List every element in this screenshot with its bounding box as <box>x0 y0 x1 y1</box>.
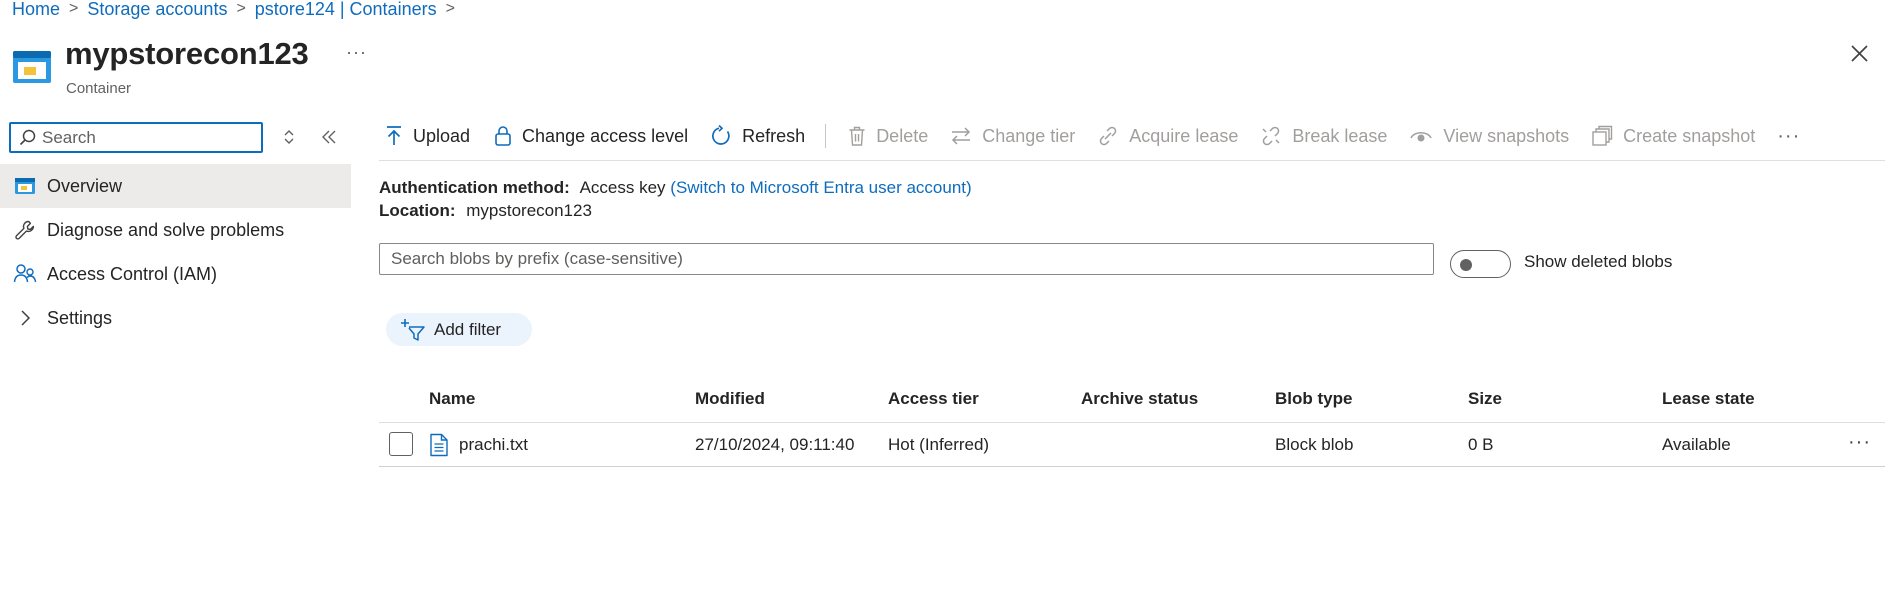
view-snapshots-label: View snapshots <box>1443 125 1570 146</box>
create-snapshot-button[interactable]: Create snapshot <box>1591 125 1755 147</box>
lock-icon <box>494 125 512 147</box>
delete-button[interactable]: Delete <box>848 125 928 147</box>
sidebar-item-diagnose[interactable]: Diagnose and solve problems <box>0 208 351 252</box>
broken-link-icon <box>1260 125 1282 147</box>
sidebar-item-label: Settings <box>47 307 113 328</box>
upload-button[interactable]: Upload <box>385 125 470 147</box>
sidebar-nav: Overview Diagnose and solve problems Acc… <box>0 164 351 340</box>
table-row-divider <box>379 466 1885 467</box>
change-access-level-button[interactable]: Change access level <box>494 125 688 147</box>
breadcrumb-containers[interactable]: pstore124 | Containers <box>255 0 437 20</box>
refresh-label: Refresh <box>742 125 806 146</box>
column-header-name[interactable]: Name <box>429 389 475 409</box>
column-header-modified[interactable]: Modified <box>695 389 765 409</box>
cell-blob-type: Block blob <box>1275 435 1354 454</box>
upload-icon <box>385 125 403 147</box>
column-header-size[interactable]: Size <box>1468 389 1502 409</box>
refresh-icon <box>710 125 732 147</box>
sidebar-item-overview[interactable]: Overview <box>0 164 351 208</box>
breadcrumb-storage-accounts[interactable]: Storage accounts <box>87 0 227 20</box>
refresh-button[interactable]: Refresh <box>710 125 805 147</box>
breadcrumb-separator-icon: > <box>236 0 246 17</box>
blob-search-box[interactable] <box>379 243 1434 275</box>
column-header-blob-type[interactable]: Blob type <box>1275 389 1352 409</box>
delete-label: Delete <box>876 125 929 146</box>
acquire-lease-button[interactable]: Acquire lease <box>1097 125 1238 147</box>
row-checkbox[interactable] <box>389 432 413 456</box>
upload-label: Upload <box>413 125 471 146</box>
chevron-right-icon[interactable] <box>13 307 37 329</box>
change-tier-label: Change tier <box>982 125 1076 146</box>
cell-size: 0 B <box>1468 435 1494 454</box>
toolbar-more-button[interactable]: ··· <box>1777 125 1800 148</box>
trash-icon <box>848 125 866 147</box>
sidebar-item-label: Diagnose and solve problems <box>47 219 285 240</box>
link-icon <box>1097 125 1119 147</box>
add-filter-icon <box>400 318 426 342</box>
cell-access-tier: Hot (Inferred) <box>888 435 990 454</box>
add-filter-label: Add filter <box>434 319 502 339</box>
acquire-lease-label: Acquire lease <box>1129 125 1239 146</box>
breadcrumb-separator-icon: > <box>445 0 455 17</box>
toggle-knob <box>1460 259 1472 271</box>
add-filter-button[interactable]: Add filter <box>386 313 532 346</box>
people-icon <box>13 263 37 285</box>
wrench-icon <box>13 219 37 241</box>
auth-method-row: Authentication method: Access key (Switc… <box>379 178 972 198</box>
change-access-level-label: Change access level <box>522 125 689 146</box>
more-options-button[interactable]: ··· <box>346 42 367 63</box>
nav-search-box[interactable] <box>9 122 263 153</box>
switch-auth-link[interactable]: (Switch to Microsoft Entra user account) <box>670 178 971 197</box>
blob-search-input[interactable] <box>391 249 1433 269</box>
auth-method-value: Access key <box>579 178 666 197</box>
sidebar-item-access-control[interactable]: Access Control (IAM) <box>0 252 351 296</box>
cell-modified: 27/10/2024, 09:11:40 <box>695 435 855 454</box>
column-header-archive-status[interactable]: Archive status <box>1081 389 1198 409</box>
column-header-lease-state[interactable]: Lease state <box>1662 389 1755 409</box>
break-lease-label: Break lease <box>1292 125 1388 146</box>
show-deleted-label: Show deleted blobs <box>1524 252 1673 271</box>
view-snapshots-button[interactable]: View snapshots <box>1409 125 1569 147</box>
close-icon[interactable] <box>1850 44 1869 63</box>
row-more-options-button[interactable]: ··· <box>1848 431 1871 454</box>
create-snapshot-label: Create snapshot <box>1623 125 1756 146</box>
sidebar-item-settings[interactable]: Settings <box>0 296 351 340</box>
column-header-access-tier[interactable]: Access tier <box>888 389 979 409</box>
show-deleted-toggle[interactable] <box>1450 250 1511 278</box>
location-value: mypstorecon123 <box>466 201 592 220</box>
sidebar-item-label: Access Control (IAM) <box>47 263 218 284</box>
container-resource-icon <box>12 50 52 84</box>
auth-method-label: Authentication method: <box>379 178 570 197</box>
table-row[interactable] <box>379 423 1885 466</box>
stacked-windows-icon <box>1591 125 1613 147</box>
page-title: mypstorecon123 <box>65 36 309 71</box>
toolbar-divider-line <box>379 160 1885 161</box>
collapse-sidebar-icon[interactable] <box>320 128 338 146</box>
search-icon <box>19 129 36 146</box>
breadcrumb: Home > Storage accounts > pstore124 | Co… <box>12 0 464 20</box>
container-icon <box>13 175 37 197</box>
command-bar: Upload Change access level Refresh Delet… <box>385 120 1800 152</box>
change-tier-button[interactable]: Change tier <box>950 125 1075 147</box>
eye-icon <box>1409 125 1433 147</box>
sidebar-item-label: Overview <box>47 175 123 196</box>
cell-lease-state: Available <box>1662 435 1731 454</box>
nav-search-input[interactable] <box>42 127 242 148</box>
swap-arrows-icon <box>950 125 972 147</box>
page-subtitle: Container <box>66 80 132 97</box>
breadcrumb-home[interactable]: Home <box>12 0 60 20</box>
blob-name-link[interactable]: prachi.txt <box>459 435 528 455</box>
location-row: Location: mypstorecon123 <box>379 201 592 221</box>
breadcrumb-separator-icon: > <box>69 0 79 17</box>
location-label: Location: <box>379 201 456 220</box>
sort-updown-icon[interactable] <box>282 128 296 146</box>
toolbar-divider <box>825 124 827 148</box>
text-file-icon <box>429 433 449 457</box>
break-lease-button[interactable]: Break lease <box>1260 125 1387 147</box>
